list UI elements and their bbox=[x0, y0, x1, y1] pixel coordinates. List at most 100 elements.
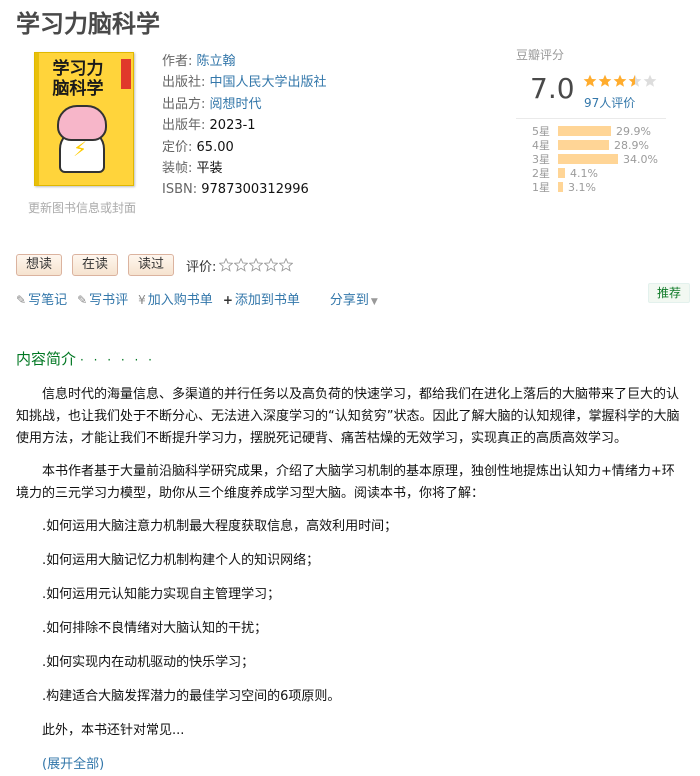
book-cover[interactable]: 学习力 脑科学 ⚡ bbox=[34, 52, 134, 186]
plus-icon: + bbox=[222, 293, 233, 307]
intro-list-item: .如何排除不良情绪对大脑认知的干扰； bbox=[42, 621, 268, 636]
rate-star-icon[interactable] bbox=[234, 258, 249, 272]
rating-score: 7.0 bbox=[530, 72, 575, 105]
heading-dots: · · · · · · bbox=[80, 353, 155, 367]
intro-list-item: .如何运用大脑记忆力机制构建个人的知识网络； bbox=[42, 553, 320, 568]
dist-bar bbox=[558, 126, 611, 136]
tool-links: ✎ 写笔记 ✎ 写书评 ¥ 加入购书单 + 添加到书单 分享到 ▼ bbox=[16, 289, 388, 308]
intro-heading-text: 内容简介 bbox=[16, 350, 77, 368]
info-label: ISBN: bbox=[162, 182, 198, 198]
info-row-year: 出版年: 2023-1 bbox=[162, 115, 327, 136]
info-row-binding: 装帧: 平装 bbox=[162, 158, 327, 179]
rating-dist-row: 5星 29.9% bbox=[532, 124, 658, 139]
publisher-link[interactable]: 中国人民大学出版社 bbox=[210, 75, 327, 90]
info-row-price: 定价: 65.00 bbox=[162, 137, 327, 158]
cover-title: 学习力 脑科学 bbox=[52, 59, 104, 99]
intro-list-item: .如何实现内在动机驱动的快乐学习； bbox=[42, 655, 255, 670]
share-dropdown[interactable]: 分享到 ▼ bbox=[330, 289, 378, 308]
write-note-label: 写笔记 bbox=[28, 293, 68, 308]
rating-label: 豆瓣评分 bbox=[516, 48, 565, 62]
rating-panel: 豆瓣评分 7.0 97人评价 5星 29.9% 4星 28.9% 3星 34.0% 2星 4.… bbox=[516, 46, 666, 194]
dist-bar bbox=[558, 168, 565, 178]
info-row-isbn: ISBN: 9787300312996 bbox=[162, 179, 327, 200]
update-info-link[interactable]: 更新图书信息或封面 bbox=[28, 199, 136, 216]
cover-brain-illustration bbox=[57, 105, 107, 141]
info-row-author: 作者: 陈立翰 bbox=[162, 51, 327, 72]
info-row-producer: 出品方: 阅想时代 bbox=[162, 94, 327, 115]
info-label: 定价: bbox=[162, 139, 193, 155]
add-to-list-link[interactable]: + 添加到书单 bbox=[223, 289, 300, 308]
info-label: 出版社: bbox=[162, 75, 206, 91]
info-label: 出品方: bbox=[162, 96, 206, 112]
user-rating-stars[interactable] bbox=[219, 258, 294, 272]
rating-dist-row: 1星 3.1% bbox=[532, 180, 658, 195]
rating-stars bbox=[583, 74, 657, 88]
recommend-button[interactable]: 推荐 bbox=[648, 283, 690, 303]
yen-icon: ¥ bbox=[138, 293, 146, 307]
write-review-label: 写书评 bbox=[89, 293, 129, 308]
cover-spine bbox=[35, 53, 39, 185]
add-to-list-label: 添加到书单 bbox=[234, 293, 300, 308]
pencil-icon: ✎ bbox=[77, 293, 88, 307]
dist-percent: 3.1% bbox=[568, 180, 596, 194]
action-bar: 想读 在读 读过 评价: bbox=[16, 254, 294, 276]
info-row-publisher: 出版社: 中国人民大学出版社 bbox=[162, 72, 327, 93]
half-star-icon bbox=[628, 74, 642, 87]
intro-paragraph: 信息时代的海量信息、多渠道的并行任务以及高负荷的快速学习，都给我们在进化上落后的… bbox=[16, 387, 680, 446]
intro-list-item: .如何运用大脑注意力机制最大程度获取信息，高效利用时间； bbox=[42, 519, 398, 534]
rating-dist-row: 4星 28.9% bbox=[532, 138, 658, 153]
rate-label: 评价: bbox=[186, 259, 217, 275]
add-to-cart-label: 加入购书单 bbox=[147, 293, 213, 308]
pencil-icon: ✎ bbox=[16, 293, 27, 307]
intro-heading: 内容简介 · · · · · · bbox=[16, 348, 155, 369]
intro-truncated-text: 此外，本书还针对常见... bbox=[42, 723, 185, 738]
rating-divider bbox=[516, 118, 666, 119]
binding: 平装 bbox=[196, 161, 223, 177]
want-to-read-button[interactable]: 想读 bbox=[16, 254, 63, 276]
book-info: 作者: 陈立翰 出版社: 中国人民大学出版社 出品方: 阅想时代 出版年: 20… bbox=[162, 51, 327, 201]
empty-star-icon bbox=[643, 74, 657, 87]
intro-paragraph: 本书作者基于大量前沿脑科学研究成果，介绍了大脑学习机制的基本原理，独创性地提炼出… bbox=[16, 464, 675, 501]
intro-list-item: .如何运用元认知能力实现自主管理学习； bbox=[42, 587, 281, 602]
info-label: 出版年: bbox=[162, 118, 206, 134]
isbn: 9787300312996 bbox=[201, 182, 309, 198]
rate-star-icon[interactable] bbox=[279, 258, 294, 272]
rating-dist-row: 2星 4.1% bbox=[532, 166, 658, 181]
have-read-button[interactable]: 读过 bbox=[128, 254, 175, 276]
rating-distribution: 5星 29.9% 4星 28.9% 3星 34.0% 2星 4.1% 1星 3.1% bbox=[532, 124, 658, 195]
lightning-icon: ⚡ bbox=[73, 137, 88, 161]
intro-list-item: .构建适合大脑发挥潜力的最佳学习空间的6项原则。 bbox=[42, 689, 341, 704]
producer-link[interactable]: 阅想时代 bbox=[210, 97, 262, 112]
write-review-link[interactable]: ✎ 写书评 bbox=[77, 289, 128, 308]
rating-dist-row: 3星 34.0% bbox=[532, 152, 658, 167]
info-label: 装帧: bbox=[162, 161, 193, 177]
intro-content: 信息时代的海量信息、多渠道的并行任务以及高负荷的快速学习，都给我们在进化上落后的… bbox=[16, 384, 684, 776]
full-star-icon bbox=[598, 74, 612, 87]
full-star-icon bbox=[583, 74, 597, 87]
rate-star-icon[interactable] bbox=[219, 258, 234, 272]
dist-percent: 29.9% bbox=[616, 124, 651, 138]
dist-percent: 28.9% bbox=[614, 138, 649, 152]
reading-button[interactable]: 在读 bbox=[72, 254, 119, 276]
write-note-link[interactable]: ✎ 写笔记 bbox=[16, 289, 67, 308]
rating-count-link[interactable]: 97人评价 bbox=[584, 94, 635, 111]
dist-bar bbox=[558, 140, 609, 150]
price: 65.00 bbox=[196, 139, 234, 155]
cover-tag bbox=[121, 59, 131, 89]
dist-bar bbox=[558, 154, 618, 164]
chevron-down-icon: ▼ bbox=[370, 297, 378, 307]
share-label: 分享到 bbox=[329, 293, 369, 308]
pub-year: 2023-1 bbox=[209, 118, 256, 134]
rate-star-icon[interactable] bbox=[264, 258, 279, 272]
book-title: 学习力脑科学 bbox=[16, 10, 160, 38]
full-star-icon bbox=[613, 74, 627, 87]
dist-label: 1星 bbox=[532, 181, 550, 194]
rate-star-icon[interactable] bbox=[249, 258, 264, 272]
expand-all-link[interactable]: (展开全部) bbox=[16, 757, 104, 772]
dist-bar bbox=[558, 182, 563, 192]
add-to-cart-link[interactable]: ¥ 加入购书单 bbox=[138, 289, 213, 308]
author-link[interactable]: 陈立翰 bbox=[197, 54, 236, 69]
info-label: 作者: bbox=[162, 54, 193, 69]
dist-percent: 4.1% bbox=[570, 166, 598, 180]
dist-percent: 34.0% bbox=[623, 152, 658, 166]
